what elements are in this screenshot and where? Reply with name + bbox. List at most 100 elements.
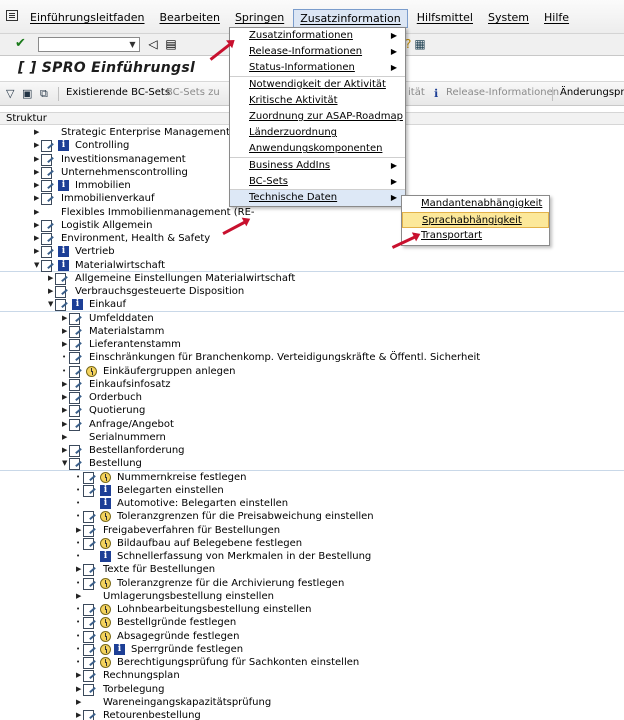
documentation-icon[interactable]	[69, 378, 83, 391]
expand-icon[interactable]: ▶	[62, 338, 67, 351]
execute-activity-icon[interactable]	[100, 617, 111, 629]
menu-item-l-nderzuordnung[interactable]: Länderzuordnung	[230, 125, 405, 141]
menu-bearbeiten[interactable]: Bearbeiten	[154, 9, 226, 28]
documentation-icon[interactable]	[83, 604, 97, 616]
menu-hilfe[interactable]: Hilfe	[538, 9, 575, 28]
existing-bc-sets-button[interactable]: Existierende BC-Sets	[66, 87, 170, 98]
menu-item-zuordnung-zur-asap-roadmap[interactable]: Zuordnung zur ASAP-Roadmap	[230, 109, 405, 125]
documentation-icon[interactable]	[55, 272, 69, 285]
release-info-icon[interactable]: i	[58, 140, 69, 152]
tree-row[interactable]: • i Sperrgründe festlegen	[0, 643, 624, 656]
menu-item-status-informationen[interactable]: Status-Informationen ▶	[230, 60, 405, 77]
documentation-icon[interactable]	[69, 325, 83, 338]
documentation-icon[interactable]	[83, 537, 97, 550]
expand-icon[interactable]: ▶	[76, 524, 81, 537]
documentation-icon[interactable]	[83, 630, 97, 643]
documentation-icon[interactable]	[69, 418, 83, 431]
expand-icon[interactable]: ▶	[76, 563, 81, 576]
expand-icon[interactable]: ▶	[34, 139, 39, 152]
menu-item-bc-sets[interactable]: BC-Sets ▶	[230, 174, 405, 190]
submenu-item-mandantenabh-ngigkeit[interactable]: Mandantenabhängigkeit	[402, 196, 549, 212]
execute-activity-icon[interactable]	[100, 657, 111, 668]
expand-icon[interactable]: ▶	[62, 418, 67, 431]
tree-row[interactable]: ▼ i Einkauf	[0, 298, 624, 312]
release-info-icon[interactable]: i	[58, 259, 69, 271]
tree-row[interactable]: ▶ Anfrage/Angebot	[0, 418, 624, 431]
tree-row[interactable]: ▶ i Vertrieb	[0, 245, 624, 259]
documentation-icon[interactable]	[83, 657, 97, 669]
menu-einf-hrungsleitfaden[interactable]: Einführungsleitfaden	[24, 9, 151, 28]
tree-row[interactable]: • i Automotive: Belegarten einstellen	[0, 497, 624, 510]
tree-row[interactable]: ▼ Bestellung	[0, 457, 624, 471]
documentation-icon[interactable]	[55, 286, 69, 298]
copy-icon[interactable]: ⧉	[40, 87, 48, 101]
collapse-icon[interactable]: ▼	[34, 259, 39, 272]
documentation-icon[interactable]	[83, 524, 97, 537]
tree-row[interactable]: ▶ Orderbuch	[0, 391, 624, 404]
documentation-icon[interactable]	[83, 710, 97, 720]
execute-activity-icon[interactable]	[100, 577, 111, 589]
tree-row[interactable]: ▶ Materialstamm	[0, 325, 624, 338]
menu-item-notwendigkeit-der-aktivit-t[interactable]: Notwendigkeit der Aktivität	[230, 77, 405, 93]
expand-icon[interactable]: ▶	[76, 696, 81, 709]
expand-icon[interactable]: ▶	[62, 325, 67, 338]
tree-row[interactable]: • Berechtigungsprüfung für Sachkonten ein…	[0, 656, 624, 669]
expand-icon[interactable]: ▶	[34, 206, 39, 219]
expand-icon[interactable]: ▶	[76, 683, 81, 696]
expand-icon[interactable]: ▶	[76, 590, 81, 603]
expand-icon[interactable]: ▶	[62, 312, 67, 325]
expand-icon[interactable]: ▶	[48, 285, 53, 298]
documentation-icon[interactable]	[69, 352, 83, 365]
release-info-icon[interactable]: i	[58, 246, 69, 258]
expand-icon[interactable]: ▶	[62, 378, 67, 391]
documentation-icon[interactable]	[41, 193, 55, 206]
menu-item-zusatzinformationen[interactable]: Zusatzinformationen ▶	[230, 28, 405, 44]
release-info-icon[interactable]: i	[100, 484, 111, 496]
tree-row[interactable]: ▶ Torbelegung	[0, 683, 624, 696]
tree-row[interactable]: • Einkäufergruppen anlegen	[0, 365, 624, 378]
menu-item-kritische-aktivit-t[interactable]: Kritische Aktivität	[230, 93, 405, 109]
tree-row[interactable]: ▶ Wareneingangskapazitätsprüfung	[0, 696, 624, 709]
expand-icon[interactable]: ▶	[34, 219, 39, 232]
expand-icon[interactable]: ▶	[62, 431, 67, 444]
tree-row[interactable]: ▶ Allgemeine Einstellungen Materialwirtsc…	[0, 272, 624, 285]
documentation-icon[interactable]	[41, 180, 55, 192]
tree-row[interactable]: ▶ Freigabeverfahren für Bestellungen	[0, 524, 624, 537]
expand-icon[interactable]: ▶	[48, 272, 53, 285]
documentation-icon[interactable]	[69, 339, 83, 351]
menu-zusatzinformation[interactable]: Zusatzinformation	[293, 9, 408, 28]
documentation-icon[interactable]	[83, 617, 97, 630]
documentation-icon[interactable]	[41, 259, 55, 272]
menu-item-release-informationen[interactable]: Release-Informationen ▶	[230, 44, 405, 60]
execute-activity-icon[interactable]	[100, 643, 111, 655]
documentation-icon[interactable]	[69, 392, 83, 404]
enter-check-icon[interactable]: ✔	[15, 36, 26, 51]
save-icon[interactable]: ▤	[164, 37, 178, 51]
expand-icon[interactable]: ▶	[34, 153, 39, 166]
expand-icon[interactable]: ▶	[34, 245, 39, 258]
expand-icon[interactable]: ▶	[34, 126, 39, 139]
release-info-icon[interactable]: i	[114, 643, 125, 655]
submenu-item-sprachabh-ngigkeit[interactable]: Sprachabhängigkeit	[402, 212, 549, 229]
tree-row[interactable]: ▶ Texte für Bestellungen	[0, 563, 624, 577]
documentation-icon[interactable]	[83, 670, 97, 683]
command-field[interactable]: ▼	[38, 37, 140, 52]
tree-row[interactable]: ▶ Umlagerungsbestellung einstellen	[0, 590, 624, 603]
execute-activity-icon[interactable]	[86, 365, 97, 377]
expand-icon[interactable]: ▶	[76, 669, 81, 682]
grid-icon[interactable]: ▣	[22, 87, 32, 100]
tree-row[interactable]: • Toleranzgrenze für die Archivierung fes…	[0, 577, 624, 590]
menu-item-anwendungskomponenten[interactable]: Anwendungskomponenten	[230, 141, 405, 158]
documentation-icon[interactable]	[83, 683, 97, 696]
change-log-button[interactable]: Änderungsprot	[560, 87, 624, 98]
tree-row[interactable]: ▶ Einkaufsinfosatz	[0, 378, 624, 391]
documentation-icon[interactable]	[55, 299, 69, 312]
expand-icon[interactable]: ▶	[62, 391, 67, 404]
back-arrow-icon[interactable]: ◁	[146, 37, 160, 51]
documentation-icon[interactable]	[69, 458, 83, 471]
tree-row[interactable]: ▶ Rechnungsplan	[0, 669, 624, 683]
layout-icon[interactable]: ▦	[414, 37, 425, 51]
expand-icon[interactable]: ▶	[34, 232, 39, 245]
tree-row[interactable]: ▶ Lieferantenstamm	[0, 338, 624, 351]
expand-icon[interactable]: ▶	[34, 166, 39, 179]
